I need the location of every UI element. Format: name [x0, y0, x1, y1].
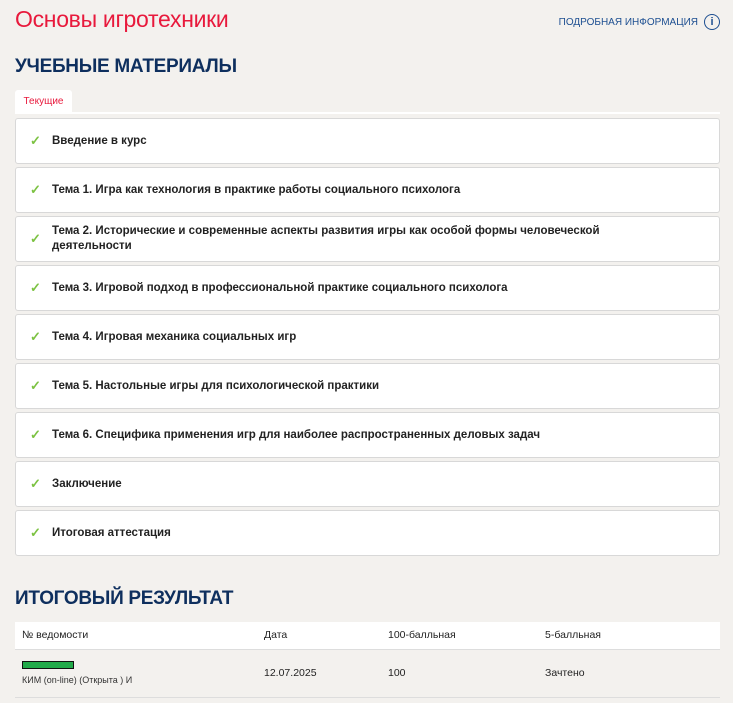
more-info-label: ПОДРОБНАЯ ИНФОРМАЦИЯ [558, 16, 698, 28]
col-statement: № ведомости [15, 622, 257, 650]
status-bar [22, 661, 74, 669]
material-item-label: Тема 5. Настольные игры для психологичес… [52, 379, 380, 392]
score100-cell: 100 [381, 649, 538, 698]
material-item[interactable]: ✓ Тема 2. Исторические и современные аспе… [15, 216, 720, 262]
info-icon: i [704, 14, 720, 30]
material-item-label: Тема 4. Игровая механика социальных игр [52, 330, 297, 343]
col-score5: 5-балльная [538, 622, 720, 650]
col-score100: 100-балльная [381, 622, 538, 650]
material-item[interactable]: ✓ Тема 3. Игровой подход в профессиональн… [15, 265, 720, 311]
materials-heading: УЧЕБНЫЕ МАТЕРИАЛЫ [15, 56, 237, 77]
check-icon: ✓ [30, 280, 41, 295]
table-header-row: № ведомости Дата 100-балльная 5-балльная [15, 622, 720, 650]
tab-divider [15, 112, 720, 114]
check-icon: ✓ [30, 182, 41, 197]
check-icon: ✓ [30, 231, 41, 246]
material-item[interactable]: ✓ Заключение [15, 461, 720, 507]
check-icon: ✓ [30, 329, 41, 344]
material-item[interactable]: ✓ Тема 4. Игровая механика социальных игр [15, 314, 720, 360]
material-item[interactable]: ✓ Итоговая аттестация [15, 510, 720, 556]
more-info-link[interactable]: ПОДРОБНАЯ ИНФОРМАЦИЯ i [559, 14, 720, 30]
page-title: Основы игротехники [15, 6, 229, 32]
material-item-label: Тема 1. Игра как технология в практике р… [52, 183, 461, 196]
statement-name: КИМ (on-line) (Открыта ) И [22, 675, 133, 685]
tab-current[interactable]: Текущие [15, 90, 72, 113]
material-item-label: Тема 2. Исторические и современные аспек… [52, 225, 600, 252]
check-icon: ✓ [30, 133, 41, 148]
material-item[interactable]: ✓ Введение в курс [15, 118, 720, 164]
table-row: КИМ (on-line) (Открыта ) И 12.07.2025 10… [15, 649, 720, 698]
material-item-label: Заключение [52, 477, 122, 490]
material-item-label: Тема 3. Игровой подход в профессионально… [52, 281, 508, 294]
result-heading: ИТОГОВЫЙ РЕЗУЛЬТАТ [15, 588, 234, 609]
score5-cell: Зачтено [538, 649, 720, 698]
material-item-label: Введение в курс [52, 134, 147, 147]
material-item[interactable]: ✓ Тема 1. Игра как технология в практике … [15, 167, 720, 213]
date-cell: 12.07.2025 [257, 649, 381, 698]
check-icon: ✓ [30, 476, 41, 491]
col-date: Дата [257, 622, 381, 650]
check-icon: ✓ [30, 378, 41, 393]
material-item[interactable]: ✓ Тема 6. Специфика применения игр для на… [15, 412, 720, 458]
material-item-label: Тема 6. Специфика применения игр для наи… [52, 428, 541, 441]
materials-list: ✓ Введение в курс ✓ Тема 1. Игра как технол… [15, 118, 720, 559]
check-icon: ✓ [30, 525, 41, 540]
material-item[interactable]: ✓ Тема 5. Настольные игры для психологиче… [15, 363, 720, 409]
check-icon: ✓ [30, 427, 41, 442]
result-table: № ведомости Дата 100-балльная 5-балльная… [15, 622, 720, 698]
material-item-label: Итоговая аттестация [52, 526, 171, 539]
